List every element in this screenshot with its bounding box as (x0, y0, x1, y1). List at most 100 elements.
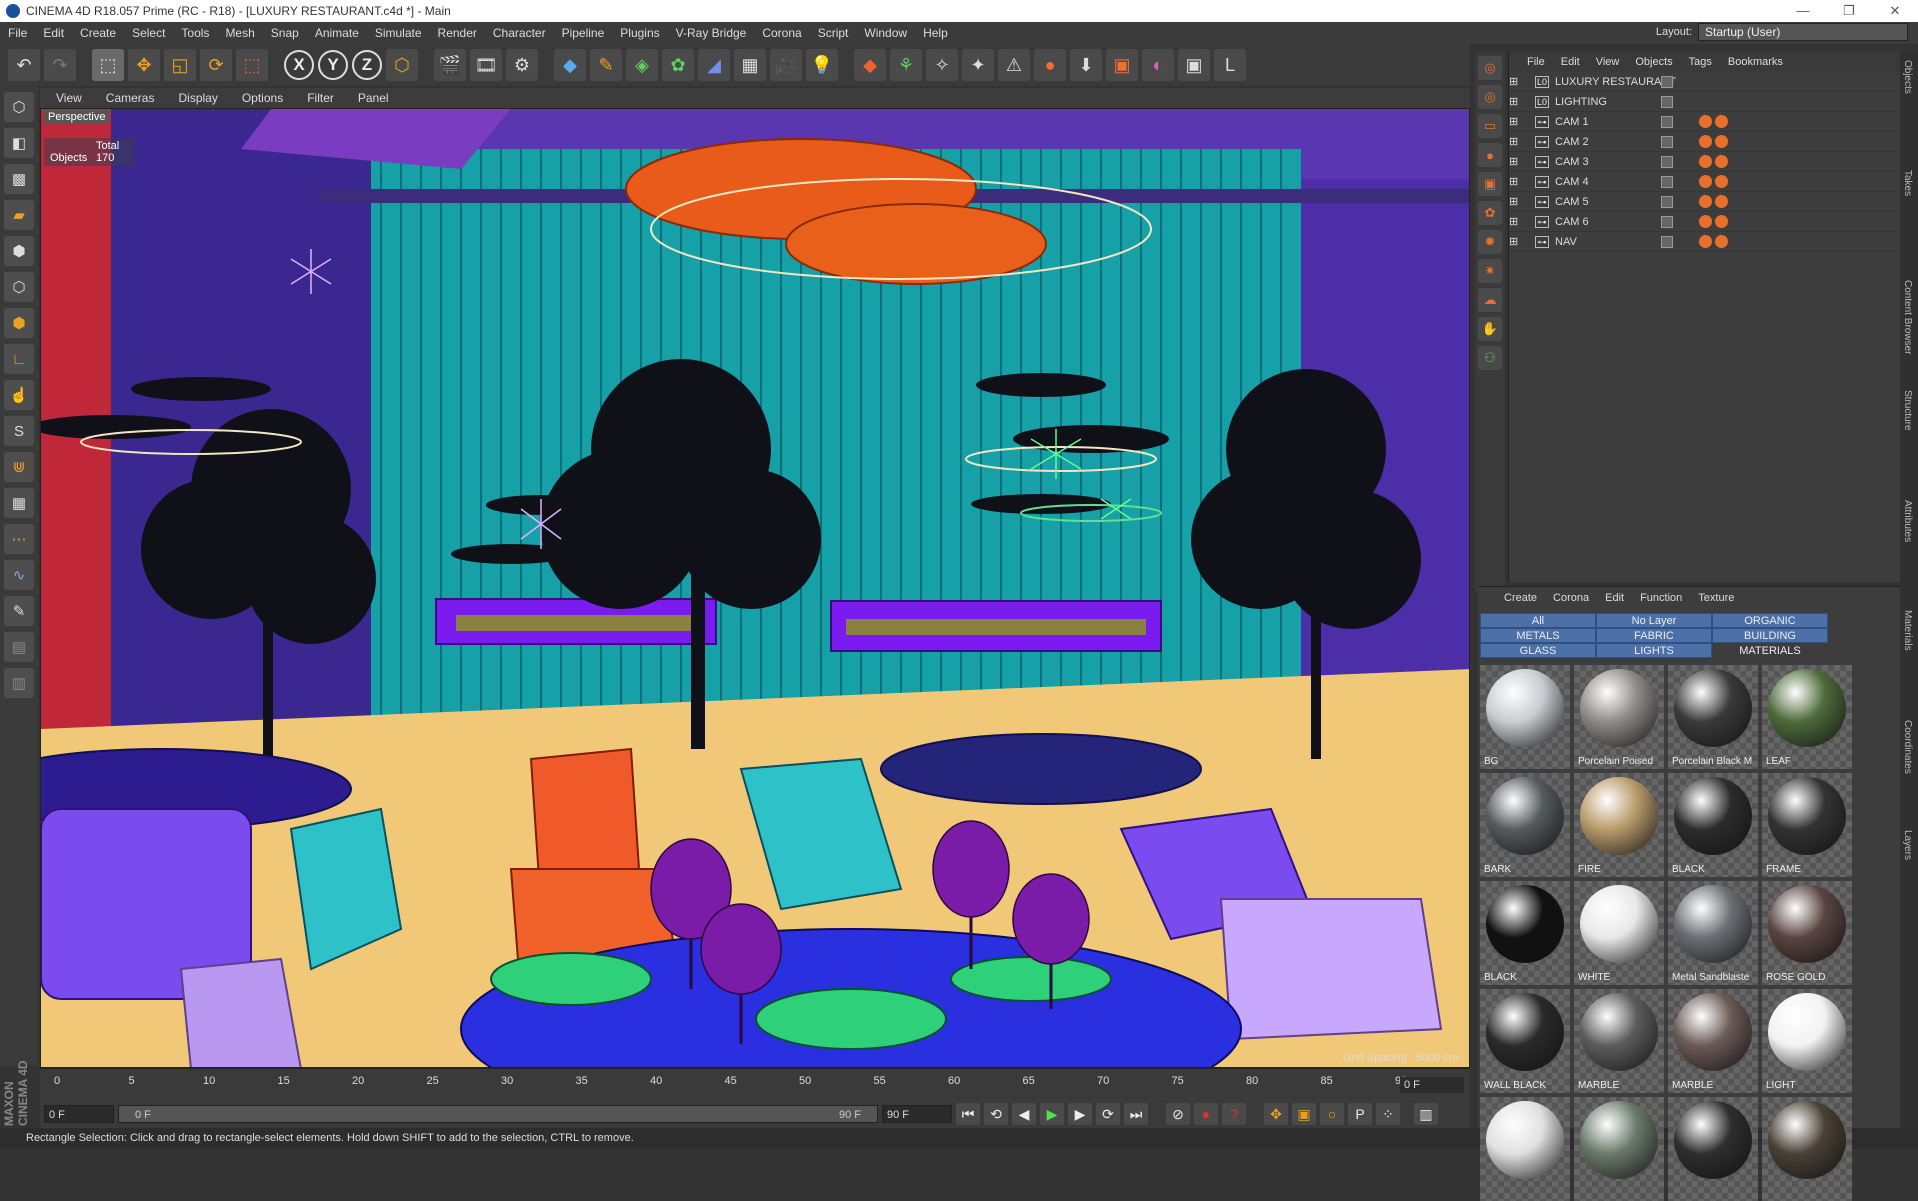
deformer-icon[interactable]: ◢ (698, 49, 730, 81)
layer-lights[interactable]: LIGHTS (1596, 643, 1712, 658)
tag-icon[interactable] (1715, 235, 1728, 248)
render-picture-viewer-icon[interactable]: 🎞 (470, 49, 502, 81)
tag-icon[interactable] (1715, 115, 1728, 128)
object-visibility-checkbox[interactable] (1661, 95, 1673, 108)
object-expand-icon[interactable]: ⊞ (1509, 235, 1535, 248)
tag-icon[interactable] (1699, 175, 1712, 188)
parameter-key-icon[interactable]: P (1348, 1103, 1372, 1125)
object-menu-objects[interactable]: Objects (1627, 56, 1680, 68)
layer-fabric[interactable]: FABRIC (1596, 628, 1712, 643)
go-to-start-icon[interactable]: ⏮ (956, 1103, 980, 1125)
live-selection-icon[interactable]: ⬚ (92, 49, 124, 81)
perspective-viewport[interactable] (40, 108, 1470, 1068)
material-swatch[interactable] (1762, 1097, 1852, 1201)
tag-icon[interactable] (1715, 195, 1728, 208)
corona-render-icon[interactable]: ▣ (1106, 49, 1138, 81)
subdivision-surface-icon[interactable]: ◈ (626, 49, 658, 81)
tag-icon[interactable] (1715, 215, 1728, 228)
material-swatch[interactable]: BG (1480, 665, 1570, 769)
object-expand-icon[interactable]: ⊞ (1509, 95, 1535, 108)
tag-icon[interactable] (1715, 155, 1728, 168)
vray-proxy-icon[interactable]: ⚘ (890, 49, 922, 81)
points-mode-icon[interactable]: ⬢ (4, 236, 34, 266)
maximize-button[interactable]: ❐ (1826, 0, 1872, 22)
snap-icon[interactable]: S (4, 416, 34, 446)
tag-icon[interactable] (1715, 135, 1728, 148)
tag-icon[interactable] (1699, 115, 1712, 128)
workplane-icon[interactable]: ▰ (4, 200, 34, 230)
material-menu-corona[interactable]: Corona (1553, 592, 1589, 604)
menu-help[interactable]: Help (915, 22, 956, 44)
menu-edit[interactable]: Edit (35, 22, 72, 44)
object-menu-tags[interactable]: Tags (1681, 56, 1720, 68)
viewport-menu-options[interactable]: Options (232, 91, 295, 105)
object-visibility-checkbox[interactable] (1661, 195, 1673, 208)
object-row[interactable]: ⊞ L0 LUXURY RESTAURANT (1509, 72, 1900, 92)
viewport-menu-view[interactable]: View (46, 91, 94, 105)
close-button[interactable]: ✕ (1872, 0, 1918, 22)
object-row[interactable]: ⊞ ⊶ CAM 6 (1509, 212, 1900, 232)
render-view-icon[interactable]: 🎬 (434, 49, 466, 81)
go-to-end-icon[interactable]: ⏭ (1124, 1103, 1148, 1125)
material-swatch[interactable]: MARBLE (1668, 989, 1758, 1093)
corona-decal-icon[interactable]: ✋ (1478, 317, 1502, 341)
object-menu-file[interactable]: File (1519, 56, 1553, 68)
start-frame-field[interactable]: 0 F (44, 1105, 114, 1123)
vray-material-icon[interactable]: ◆ (854, 49, 886, 81)
corona-help-icon[interactable]: ⚇ (1478, 346, 1502, 370)
move-icon[interactable]: ✥ (128, 49, 160, 81)
material-swatch[interactable]: BLACK (1480, 881, 1570, 985)
object-visibility-checkbox[interactable] (1661, 115, 1673, 128)
tag-icon[interactable] (1715, 175, 1728, 188)
object-row[interactable]: ⊞ ⊶ CAM 3 (1509, 152, 1900, 172)
menu-script[interactable]: Script (810, 22, 857, 44)
viewport-menu-filter[interactable]: Filter (297, 91, 346, 105)
tag-icon[interactable] (1699, 215, 1712, 228)
material-swatch[interactable]: LEAF (1762, 665, 1852, 769)
material-swatch[interactable]: BLACK (1668, 773, 1758, 877)
material-swatch[interactable]: BARK (1480, 773, 1570, 877)
tag-icon[interactable] (1699, 235, 1712, 248)
end-frame-field[interactable]: 90 F (882, 1105, 952, 1123)
object-visibility-checkbox[interactable] (1661, 155, 1673, 168)
stair-icon[interactable]: ▥ (4, 668, 34, 698)
layout-dropdown[interactable]: Startup (User) (1698, 23, 1908, 41)
object-visibility-checkbox[interactable] (1661, 175, 1673, 188)
object-row[interactable]: ⊞ L0 LIGHTING (1509, 92, 1900, 112)
layer-glass[interactable]: GLASS (1480, 643, 1596, 658)
menu-character[interactable]: Character (485, 22, 554, 44)
material-menu-function[interactable]: Function (1640, 592, 1682, 604)
material-menu-texture[interactable]: Texture (1698, 592, 1734, 604)
corona-sky-icon[interactable]: ✷ (1478, 259, 1502, 283)
corona-material-icon[interactable]: ▭ (1478, 114, 1502, 138)
layer-all[interactable]: All (1480, 613, 1596, 628)
object-menu-bookmarks[interactable]: Bookmarks (1720, 56, 1791, 68)
material-swatch[interactable]: Porcelain Black M (1668, 665, 1758, 769)
autokey-icon[interactable]: ? (1222, 1103, 1246, 1125)
corona-proxy-icon[interactable]: ✿ (1478, 201, 1502, 225)
camera-icon[interactable]: 🎥 (770, 49, 802, 81)
recent-tools-icon[interactable]: ⬚ (236, 49, 268, 81)
layer-organic[interactable]: ORGANIC (1712, 613, 1828, 628)
object-row[interactable]: ⊞ ⊶ NAV (1509, 232, 1900, 252)
side-tab-coordinates[interactable]: Coordinates (1902, 720, 1913, 774)
object-visibility-checkbox[interactable] (1661, 235, 1673, 248)
object-visibility-checkbox[interactable] (1661, 75, 1673, 88)
material-swatch[interactable]: WHITE (1574, 881, 1664, 985)
scale-icon[interactable]: ◱ (164, 49, 196, 81)
corona-ir-icon[interactable]: ◎ (1478, 85, 1502, 109)
make-editable-icon[interactable]: ⬡ (4, 92, 34, 122)
object-expand-icon[interactable]: ⊞ (1509, 115, 1535, 128)
material-swatch[interactable]: WALL BLACK (1480, 989, 1570, 1093)
previous-frame-icon[interactable]: ◀ (1012, 1103, 1036, 1125)
object-expand-icon[interactable]: ⊞ (1509, 155, 1535, 168)
side-tab-attributes[interactable]: Attributes (1902, 500, 1913, 542)
menu-render[interactable]: Render (430, 22, 485, 44)
material-swatch[interactable] (1574, 1097, 1664, 1201)
x-axis-lock-button[interactable]: X (284, 50, 314, 80)
tag-icon[interactable] (1699, 155, 1712, 168)
minimize-button[interactable]: — (1780, 0, 1826, 22)
edit-render-settings-icon[interactable]: ⚙ (506, 49, 538, 81)
side-tab-takes[interactable]: Takes (1902, 170, 1913, 196)
menu-pipeline[interactable]: Pipeline (554, 22, 613, 44)
